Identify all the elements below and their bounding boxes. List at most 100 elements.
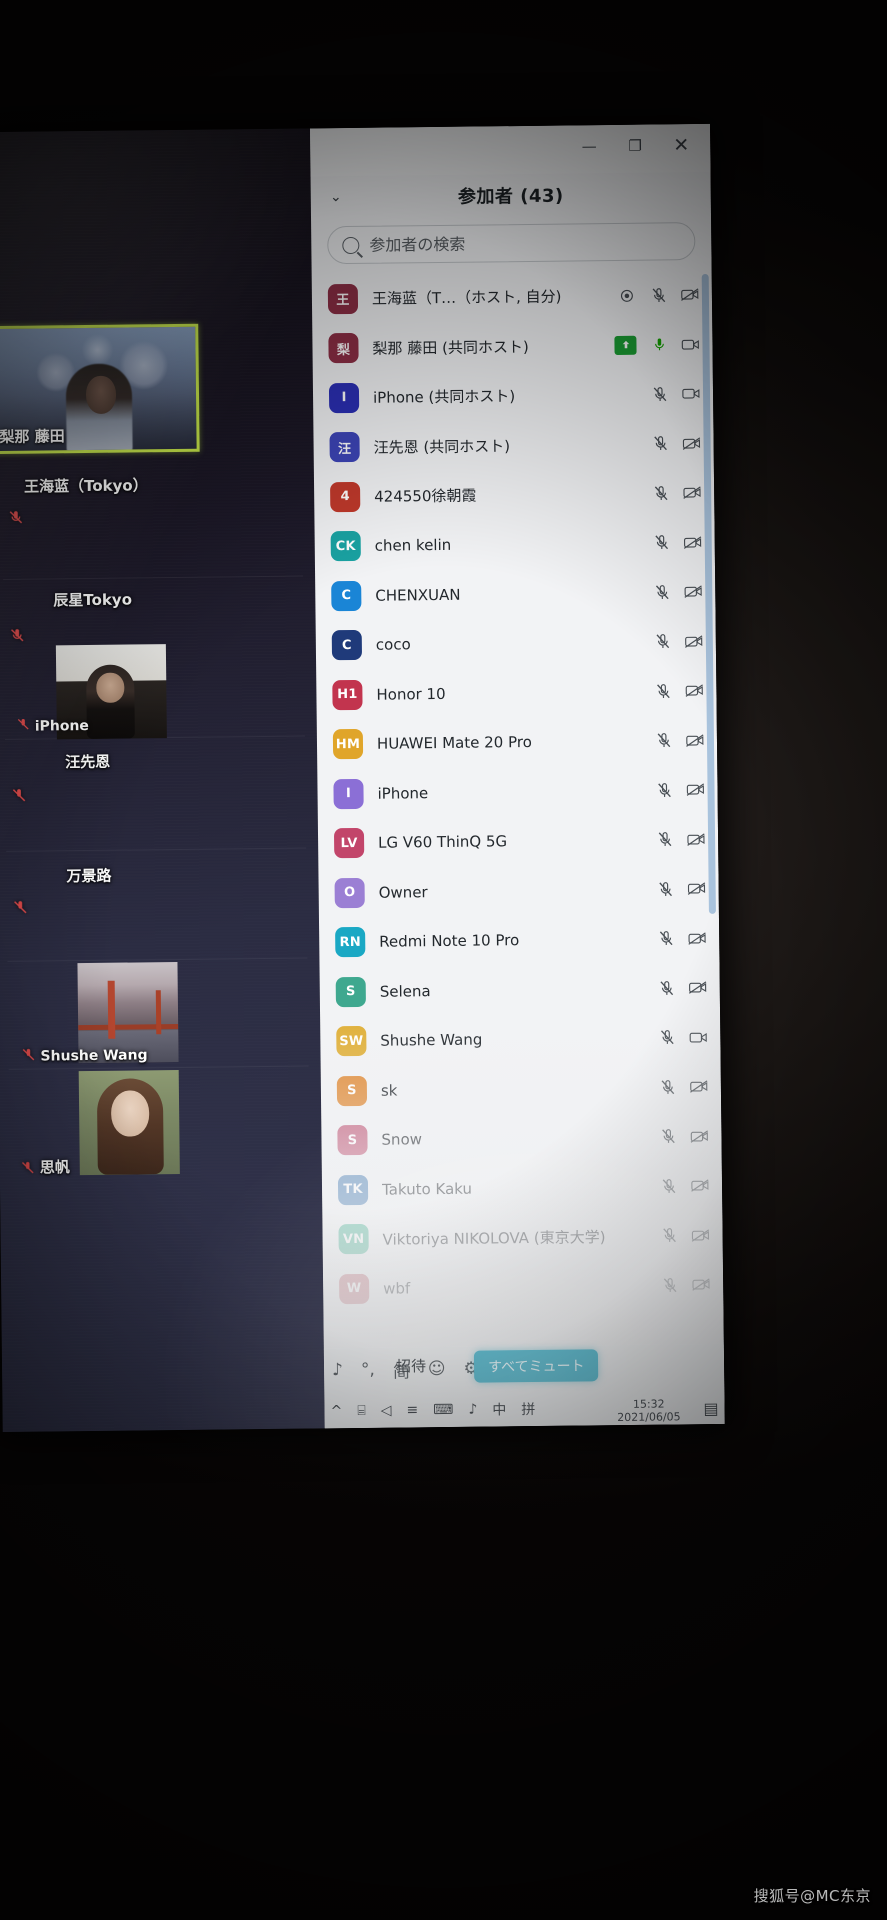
mic-muted-icon[interactable] xyxy=(654,781,673,800)
camera-off-icon[interactable] xyxy=(684,582,703,601)
camera-off-icon[interactable] xyxy=(691,1226,710,1245)
restore-button[interactable]: ❐ xyxy=(612,128,658,163)
mic-muted-icon[interactable] xyxy=(656,880,675,899)
video-tile-wangxianen[interactable]: 汪先恩 xyxy=(4,736,307,852)
camera-off-icon[interactable] xyxy=(685,632,704,651)
mic-muted-icon[interactable] xyxy=(655,830,674,849)
mic-muted-icon[interactable] xyxy=(656,929,675,948)
participant-row[interactable]: CK chen kelin xyxy=(314,517,715,571)
invite-button[interactable]: 招待 xyxy=(396,1355,426,1376)
participant-row[interactable]: SW Shushe Wang xyxy=(320,1012,721,1066)
taskbar-network-icon[interactable]: ≡ xyxy=(406,1402,418,1418)
participants-list[interactable]: 王王海蓝（T…（ホスト, 自分) 梨梨那 藤田 (共同ホスト) IiPhone (共… xyxy=(312,270,724,1349)
ime-punctuation-icon[interactable]: °, xyxy=(361,1360,375,1380)
mic-muted-icon[interactable] xyxy=(658,1078,677,1097)
participant-row[interactable]: 王王海蓝（T…（ホスト, 自分) xyxy=(312,270,713,324)
taskbar-chevron-up-icon[interactable]: ^ xyxy=(330,1403,342,1419)
participant-row[interactable]: IiPhone xyxy=(317,765,718,819)
participant-row[interactable]: O Owner xyxy=(318,864,719,918)
taskbar-ime-mode-icon[interactable]: ♪ xyxy=(468,1402,477,1418)
ime-emoji-icon[interactable]: ☺ xyxy=(428,1359,446,1379)
participant-name: 梨那 藤田 (共同ホスト) xyxy=(372,337,529,358)
mic-muted-icon[interactable] xyxy=(658,1127,677,1146)
mic-muted-icon[interactable] xyxy=(657,1028,676,1047)
camera-off-icon[interactable] xyxy=(683,533,703,552)
mic-muted-icon[interactable] xyxy=(652,533,671,552)
taskbar-pinyin-mode-label[interactable]: 拼 xyxy=(521,1399,535,1419)
taskbar-chinese-mode-label[interactable]: 中 xyxy=(492,1399,506,1419)
taskbar-volume-icon[interactable]: ◁ xyxy=(381,1403,392,1419)
camera-off-icon[interactable] xyxy=(687,879,707,898)
camera-off-icon[interactable] xyxy=(685,681,704,700)
taskbar-keyboard-icon[interactable]: ⌨ xyxy=(433,1402,453,1418)
video-tile-wanjinglu[interactable]: 万景路 xyxy=(6,848,308,962)
mute-all-button[interactable]: すべてミュート xyxy=(473,1349,599,1383)
camera-off-icon[interactable] xyxy=(692,1275,711,1294)
participant-row[interactable]: Wwbf xyxy=(323,1260,724,1314)
mic-muted-icon[interactable] xyxy=(659,1226,678,1245)
video-tile-wang[interactable]: 王海蓝（Tokyo） xyxy=(1,458,304,580)
close-button[interactable]: ✕ xyxy=(658,128,704,163)
page-title: 参加者 (43) xyxy=(457,185,564,208)
search-box[interactable] xyxy=(327,222,696,265)
camera-off-icon[interactable] xyxy=(681,285,700,304)
recording-dot-icon[interactable] xyxy=(617,286,636,305)
avatar: LV xyxy=(333,828,365,859)
mic-muted-icon[interactable] xyxy=(660,1276,679,1295)
participant-row[interactable]: C CHENXUAN xyxy=(315,567,716,621)
video-tile-sifan[interactable]: 思帆 xyxy=(9,1067,310,1182)
participant-row[interactable]: Ssk xyxy=(321,1062,722,1116)
camera-on-icon[interactable] xyxy=(682,384,701,403)
participant-row[interactable]: LV LG V60 ThinQ 5G xyxy=(318,814,719,868)
mic-muted-icon[interactable] xyxy=(650,385,669,404)
minimize-button[interactable]: — xyxy=(566,129,612,164)
participant-name: Takuto Kaku xyxy=(381,1179,473,1199)
participant-row[interactable]: TK Takuto Kaku xyxy=(322,1161,723,1215)
camera-off-icon[interactable] xyxy=(690,1077,709,1096)
mic-muted-icon[interactable] xyxy=(659,1177,678,1196)
mic-muted-icon[interactable] xyxy=(651,484,670,503)
mic-muted-icon[interactable] xyxy=(653,682,672,701)
participant-row[interactable]: S Snow xyxy=(321,1111,722,1165)
participant-row[interactable]: 汪汪先恩 (共同ホスト) xyxy=(313,418,714,472)
clock-date: 2021/06/05 xyxy=(617,1410,681,1424)
video-tile-chenxing[interactable]: 辰星Tokyo iPhone xyxy=(3,576,305,740)
participant-row[interactable]: 4 424550徐朝霞 xyxy=(314,468,715,522)
participant-status-icons xyxy=(655,830,706,850)
mic-muted-icon[interactable] xyxy=(657,979,676,998)
mic-muted-icon[interactable] xyxy=(653,632,672,651)
ime-moon-icon[interactable]: ♪ xyxy=(332,1360,343,1380)
participant-row[interactable]: HM HUAWEI Mate 20 Pro xyxy=(317,715,718,769)
mic-on-icon[interactable] xyxy=(649,335,668,354)
video-tile-active-speaker[interactable]: 梨那 藤田 xyxy=(0,323,200,455)
camera-on-icon[interactable] xyxy=(681,335,700,354)
participant-row[interactable]: RN Redmi Note 10 Pro xyxy=(319,913,720,967)
participant-row[interactable]: 梨梨那 藤田 (共同ホスト) xyxy=(312,319,713,373)
camera-off-icon[interactable] xyxy=(687,830,706,849)
participant-row[interactable]: IiPhone (共同ホスト) xyxy=(313,369,714,423)
taskbar-clock[interactable]: 15:32 2021/06/05 xyxy=(617,1398,681,1424)
participant-row[interactable]: VN Viktoriya NIKOLOVA (東京大学) xyxy=(322,1210,723,1264)
search-input[interactable] xyxy=(367,230,681,256)
camera-off-icon[interactable] xyxy=(690,1127,709,1146)
participant-row[interactable]: H1 Honor 10 xyxy=(316,666,717,720)
taskbar-onedrive-icon[interactable]: ⌸ xyxy=(357,1403,366,1419)
camera-off-icon[interactable] xyxy=(686,731,705,750)
mic-muted-icon[interactable] xyxy=(654,731,673,750)
mic-muted-icon[interactable] xyxy=(649,286,668,305)
raise-hand-badge-icon[interactable] xyxy=(614,335,637,355)
video-tile-shushe-wang[interactable]: Shushe Wang xyxy=(7,958,309,1070)
camera-off-icon[interactable] xyxy=(691,1176,710,1195)
mic-muted-icon[interactable] xyxy=(650,434,669,453)
camera-off-icon[interactable] xyxy=(682,434,701,453)
notification-center-icon[interactable]: ▤ xyxy=(703,1399,718,1418)
camera-off-icon[interactable] xyxy=(683,483,702,502)
camera-off-icon[interactable] xyxy=(686,780,705,799)
participant-row[interactable]: Ccoco xyxy=(316,616,717,670)
mic-muted-icon xyxy=(11,788,26,805)
camera-off-icon[interactable] xyxy=(688,929,707,948)
camera-on-icon[interactable] xyxy=(689,1028,708,1047)
participant-row[interactable]: S Selena xyxy=(320,963,721,1017)
camera-off-icon[interactable] xyxy=(688,978,708,997)
mic-muted-icon[interactable] xyxy=(652,583,671,602)
